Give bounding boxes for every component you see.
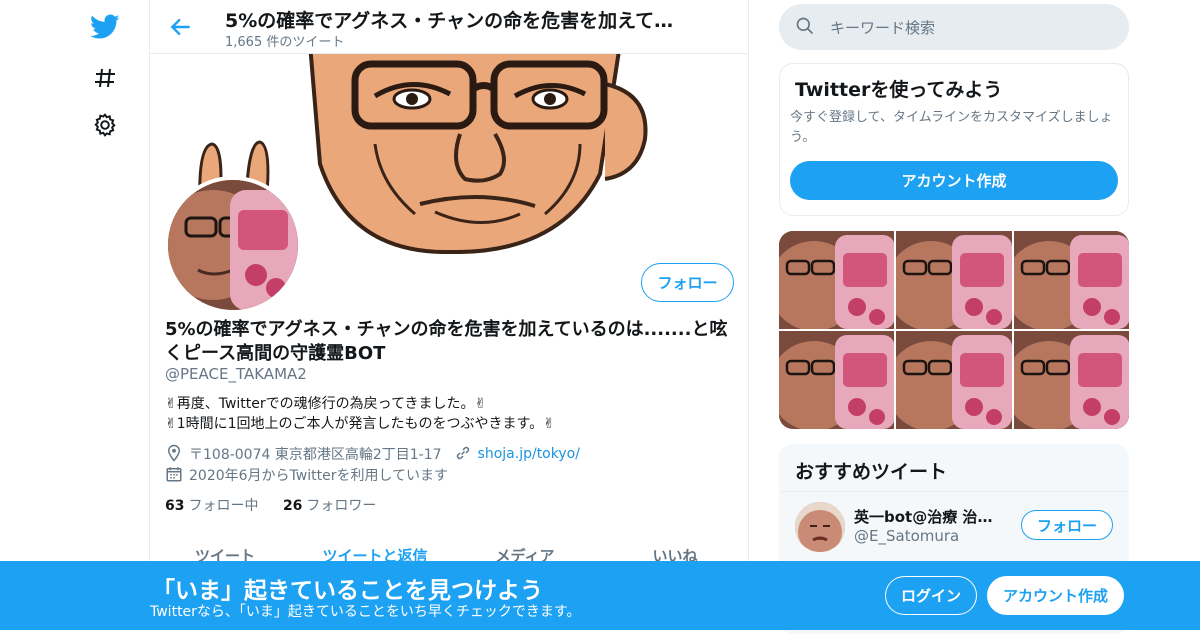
followers-count: 26 — [282, 498, 303, 514]
bottom-bar-subtitle: Twitterなら、「いま」起きていることをいち早くチェックできます。 — [150, 604, 581, 620]
signup-prompt-bar: 「いま」起きていることを見つけよう Twitterなら、「いま」起きていることを… — [0, 561, 1200, 630]
page-title: 5%の確率でアグネス・チャンの命を危害を加えて… — [225, 10, 674, 32]
hashtag-icon[interactable] — [90, 63, 120, 93]
signup-card-description: 今すぐ登録して、タイムラインをカスタマイズしましょう。 — [790, 110, 1113, 145]
media-thumbnail[interactable] — [896, 331, 1012, 429]
recommended-follow-button[interactable]: フォロー — [1021, 510, 1113, 540]
media-thumbnail[interactable] — [779, 231, 895, 329]
profile-header: 5%の確率でアグネス・チャンの命を危害を加えて… 1,665 件のツイート — [150, 0, 748, 54]
signup-card-title: Twitterを使ってみよう — [795, 79, 1003, 101]
media-thumbnail[interactable] — [1013, 331, 1129, 429]
search-box[interactable]: キーワード検索 — [779, 4, 1129, 50]
signup-card: Twitterを使ってみよう 今すぐ登録して、タイムラインをカスタマイズしましょ… — [779, 63, 1129, 216]
twitter-bird-icon[interactable] — [90, 12, 120, 42]
following-stat[interactable]: 63 フォロー中 — [165, 498, 258, 514]
recommended-item[interactable]: 英一bot@治療 治療 … @E_Satomura フォロー — [780, 491, 1128, 561]
search-input[interactable]: キーワード検索 — [830, 17, 935, 38]
media-thumbnail[interactable] — [1013, 231, 1129, 329]
tweet-count: 1,665 件のツイート — [225, 35, 345, 50]
bio-line: ✌1時間に1回地上のご本人が発言したものをつぶやきます。✌ — [165, 416, 555, 432]
recommended-title: おすすめツイート — [795, 461, 948, 483]
recommended-name[interactable]: 英一bot@治療 治療 … — [854, 506, 1004, 527]
bottom-bar-title: 「いま」起きていることを見つけよう — [152, 578, 543, 604]
followers-label: フォロワー — [306, 498, 377, 514]
calendar-icon — [165, 465, 185, 485]
profile-stats: 63 フォロー中 26 フォロワー — [165, 495, 376, 515]
following-label: フォロー中 — [188, 498, 259, 514]
display-name: 5%の確率でアグネス・チャンの命を危害を加えているのは.......と呟くピース… — [165, 319, 728, 364]
profile-url[interactable]: shoja.jp/tokyo/ — [478, 446, 580, 462]
create-account-button[interactable]: アカウント作成 — [790, 161, 1118, 200]
bio-line: ✌再度、Twitterでの魂修行の為戻ってきました。✌ — [165, 396, 487, 412]
profile-location: 〒108-0074 東京都港区高輪2丁目1-17 — [189, 447, 442, 463]
profile-meta-row: 〒108-0074 東京都港区高輪2丁目1-17 shoja.jp/tokyo/ — [165, 444, 580, 464]
link-icon — [454, 444, 474, 464]
following-count: 63 — [165, 498, 185, 514]
media-thumbnail[interactable] — [896, 231, 1012, 329]
login-button[interactable]: ログイン — [885, 576, 977, 615]
profile-bio: ✌再度、Twitterでの魂修行の為戻ってきました。✌ ✌1時間に1回地上のご本… — [165, 394, 555, 434]
search-icon — [795, 16, 815, 40]
user-handle: @PEACE_TAKAMA2 — [165, 365, 307, 383]
media-grid — [779, 231, 1129, 429]
recommended-handle: @E_Satomura — [854, 527, 960, 545]
profile-joined: 2020年6月からTwitterを利用しています — [189, 468, 449, 484]
followers-stat[interactable]: 26 フォロワー — [283, 498, 376, 514]
profile-column: 5%の確率でアグネス・チャンの命を危害を加えて… 1,665 件のツイート フォ… — [149, 0, 749, 630]
location-icon — [165, 444, 185, 464]
back-arrow-icon[interactable] — [168, 14, 194, 40]
follow-button[interactable]: フォロー — [641, 263, 734, 302]
signup-button[interactable]: アカウント作成 — [987, 576, 1124, 615]
gear-icon[interactable] — [90, 110, 120, 140]
media-thumbnail[interactable] — [779, 331, 895, 429]
profile-avatar[interactable] — [164, 176, 302, 314]
profile-joined-row: 2020年6月からTwitterを利用しています — [165, 465, 448, 485]
avatar[interactable] — [795, 502, 845, 552]
